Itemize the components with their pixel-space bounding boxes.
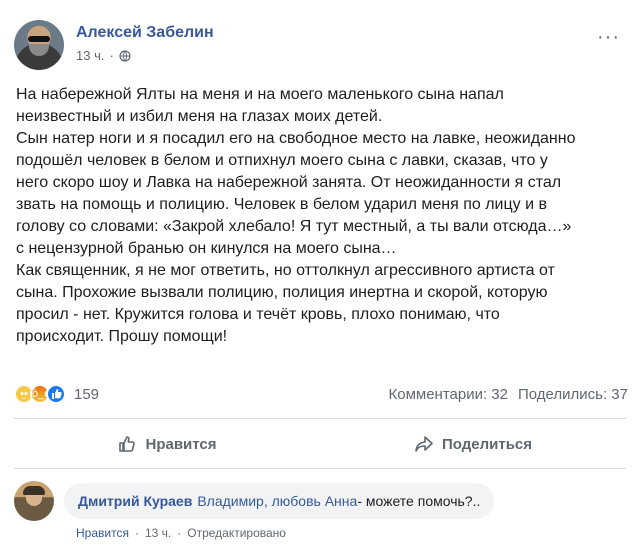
post-line: неизвестный и избил меня на глазах моих … [16,108,383,125]
shares-count[interactable]: Поделились: 37 [518,386,628,403]
comment-time[interactable]: 13 ч. [145,526,171,540]
avatar-glasses [28,36,50,42]
post-author-name[interactable]: Алексей Забелин [76,24,214,42]
comment-like-link[interactable]: Нравится [76,526,129,540]
post-line: с нецензурной бранью он кинулся на моего… [16,240,397,257]
post-time[interactable]: 13 ч. [76,48,104,63]
share-arrow-icon [415,436,433,452]
avatar-beard [29,44,49,56]
post-line: просил - нет. Кружится голова и течёт кр… [16,306,500,323]
post-line: него скоро шоу и Лавка на набережной зан… [16,174,562,191]
post-line: На набережной Ялты на меня и на моего ма… [16,86,504,103]
divider [14,468,626,469]
post-line: голову со словами: «Закрой хлебало! Я ту… [16,218,572,235]
comment-meta: Нравится · 13 ч. · Отредактировано [76,526,286,540]
comment-edited[interactable]: Отредактировано [187,526,286,540]
like-reaction-icon [46,384,66,404]
post-stats: •̮• ò_ó 159 Комментарии: 32 Поделились: … [14,382,628,406]
reactions-count[interactable]: 159 [74,386,99,403]
comment-author[interactable]: Дмитрий Кураев [78,493,192,509]
share-label: Поделиться [441,435,533,453]
post-text: На набережной Ялты на меня и на моего ма… [16,84,628,348]
globe-icon [119,49,131,62]
post-meta: 13 ч. · [76,48,131,63]
author-avatar[interactable] [14,20,64,70]
meta-separator: · [177,526,182,540]
comment-mention[interactable]: Владимир, любовь Анна [197,493,357,509]
meta-separator: · [134,526,139,540]
post-line: подошёл человек в белом и отпихнул моего… [16,152,548,169]
thumbs-up-icon [119,436,136,452]
post-line: происходит. Прошу помощи! [16,328,228,345]
commenter-avatar[interactable] [14,481,54,521]
post-header: Алексей Забелин 13 ч. · ··· [14,18,626,74]
more-icon[interactable]: ··· [597,26,620,49]
share-button[interactable]: Поделиться [320,424,626,464]
reaction-icons[interactable]: •̮• ò_ó [14,384,66,404]
meta-separator: · [109,48,114,63]
post-line: звать на помощь и полицию. Человек в бел… [16,196,547,213]
comments-count[interactable]: Комментарии: 32 [389,386,509,403]
avatar-hat [23,486,45,495]
comment-text: - можете помочь?.. [357,493,481,509]
post-line: сына. Прохожие вызвали полицию, полиция … [16,284,548,301]
like-label: Нравится [145,435,217,453]
post-actions: Нравится Поделиться [14,424,626,464]
post-line: Как священник, я не мог ответить, но отт… [16,262,555,279]
post-line: Сын натер ноги и я посадил его на свобод… [16,130,576,147]
divider [14,418,626,419]
engagement-counts: Комментарии: 32 Поделились: 37 [389,386,629,403]
like-button[interactable]: Нравится [14,424,320,464]
comment-bubble: Дмитрий Кураев Владимир, любовь Анна - м… [64,483,495,519]
